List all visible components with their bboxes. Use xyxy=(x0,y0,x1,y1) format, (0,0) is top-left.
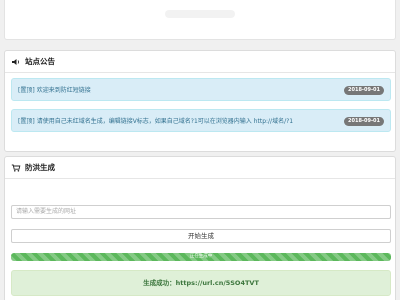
generator-panel-header: 防洪生成 xyxy=(5,157,395,179)
notice-text: 欢迎来到防红短链接 xyxy=(36,87,91,94)
result-prefix: 生成成功： xyxy=(143,279,176,287)
header-placeholder xyxy=(165,10,235,18)
notice-item[interactable]: [置顶] 欢迎来到防红短链接 2018-09-01 xyxy=(11,78,391,101)
notice-tag: [置顶] xyxy=(18,118,35,125)
progress-bar: 正在生成中 xyxy=(11,253,391,261)
notice-panel-title: 站点公告 xyxy=(25,57,55,66)
notice-text: 请使用自己未红域名生成，编辑链接V标志，如果自己域名?1可以在浏览器内输入 ht… xyxy=(36,118,294,125)
volume-icon xyxy=(11,57,21,67)
result-link[interactable]: https://url.cn/5SO4TVT xyxy=(176,279,259,287)
notice-tag: [置顶] xyxy=(18,87,35,94)
generate-button[interactable]: 开始生成 xyxy=(11,229,391,243)
notice-panel: 站点公告 [置顶] 欢迎来到防红短链接 2018-09-01 [置顶] 请使用自… xyxy=(4,50,396,152)
date-badge: 2018-09-01 xyxy=(344,117,384,126)
date-badge: 2018-09-01 xyxy=(344,86,384,95)
progress-fill: 正在生成中 xyxy=(11,253,391,261)
generator-panel: 防洪生成 请输入需要生成的网址 开始生成 正在生成中 生成成功：https://… xyxy=(4,156,396,300)
notice-panel-header: 站点公告 xyxy=(5,51,395,73)
notice-item[interactable]: [置顶] 请使用自己未红域名生成，编辑链接V标志，如果自己域名?1可以在浏览器内… xyxy=(11,109,391,132)
header-card xyxy=(4,0,396,40)
page: 站点公告 [置顶] 欢迎来到防红短链接 2018-09-01 [置顶] 请使用自… xyxy=(0,0,400,300)
cart-icon xyxy=(11,163,21,173)
url-input[interactable]: 请输入需要生成的网址 xyxy=(11,205,391,219)
generator-panel-title: 防洪生成 xyxy=(25,163,55,172)
result-message: 生成成功：https://url.cn/5SO4TVT xyxy=(11,270,391,296)
